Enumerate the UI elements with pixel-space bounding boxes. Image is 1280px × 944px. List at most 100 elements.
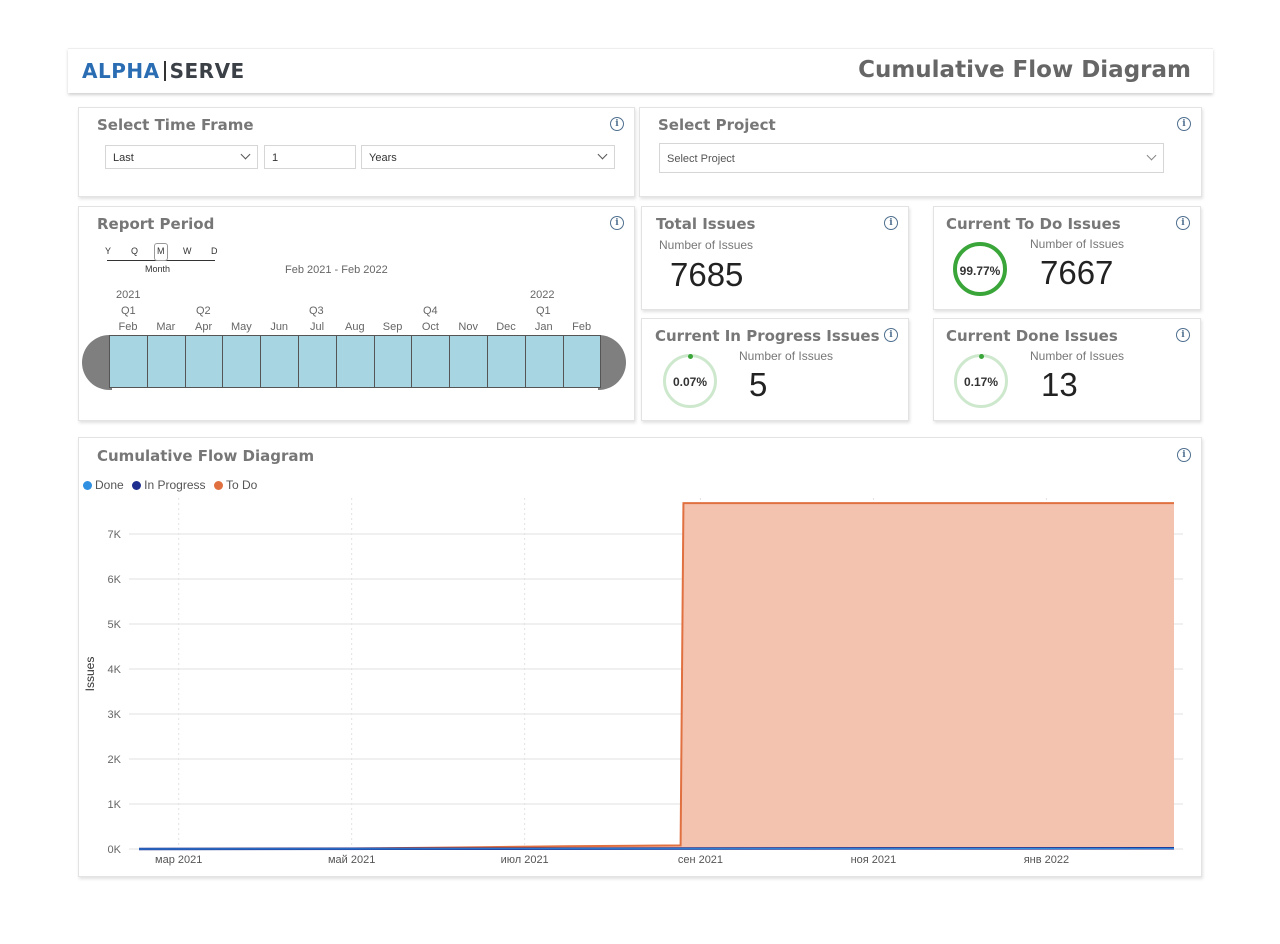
done-percent-label: 0.17% (963, 375, 999, 389)
done-issues-title: Current Done Issues (946, 327, 1118, 345)
project-dropdown[interactable]: Select Project (659, 143, 1164, 173)
page-title: Cumulative Flow Diagram (858, 57, 1191, 83)
timeline-month-cell[interactable] (222, 335, 262, 388)
timeline-month-cell[interactable] (373, 335, 413, 388)
report-range-label: Feb 2021 - Feb 2022 (285, 264, 388, 276)
month-label: Oct (421, 321, 439, 333)
in-progress-issues-title: Current In Progress Issues (655, 327, 880, 345)
y-tick-label: 7K (108, 529, 122, 541)
report-period-title: Report Period (97, 215, 215, 233)
info-icon[interactable]: i (1176, 216, 1190, 230)
logo-divider (163, 61, 166, 81)
time-frame-unit-dropdown[interactable]: Years (361, 145, 615, 169)
timeline-month-cell[interactable] (146, 335, 186, 388)
timeline-month-cell[interactable] (411, 335, 451, 388)
time-frame-count-value: 1 (272, 152, 279, 164)
todo-issues-value: 7667 (1040, 254, 1114, 291)
granularity-option-quarter[interactable]: Q (131, 246, 138, 256)
alphaserve-logo: ALPHA SERVE (82, 59, 245, 83)
month-label: Jun (270, 321, 289, 333)
total-issues-subtitle: Number of Issues (659, 238, 754, 252)
project-title: Select Project (658, 116, 776, 134)
info-icon[interactable]: i (884, 328, 898, 342)
chevron-down-icon (240, 149, 251, 160)
x-tick-label: сен 2021 (678, 854, 723, 866)
y-tick-label: 1K (108, 799, 122, 811)
time-frame-mode-value: Last (113, 152, 134, 164)
quarter-label: Q3 (309, 305, 324, 317)
total-issues-value: 7685 (670, 256, 744, 293)
time-frame-card: Select Time Frame i Last 1 Years (78, 107, 635, 197)
y-tick-label: 4K (108, 664, 122, 676)
ring-progress-dot (979, 354, 984, 359)
granularity-option-day[interactable]: D (211, 246, 218, 256)
info-icon[interactable]: i (884, 216, 898, 230)
timeline-right-handle[interactable] (598, 335, 626, 390)
granularity-slider[interactable]: Y Q M W D Month (105, 243, 218, 274)
in-progress-percent-label: 0.07% (672, 375, 708, 389)
timeline-month-cell[interactable] (487, 335, 526, 388)
month-label: Aug (345, 321, 365, 333)
y-tick-label: 5K (108, 619, 122, 631)
timeline-month-cell[interactable] (109, 335, 148, 388)
granularity-option-year[interactable]: Y (105, 246, 111, 256)
year-label-2021: 2021 (116, 289, 141, 301)
in-progress-issues-value: 5 (749, 366, 768, 403)
todo-percent-label: 99.77% (959, 264, 1001, 278)
logo-text-alpha: ALPHA (82, 59, 160, 83)
ring-progress-dot (688, 354, 693, 359)
y-tick-label: 0K (108, 844, 122, 856)
timeline-month-cell[interactable] (449, 335, 488, 388)
todo-issues-title: Current To Do Issues (946, 215, 1121, 233)
month-label: Apr (195, 321, 213, 333)
timeline-month-cell[interactable] (524, 335, 564, 388)
month-label: Sep (382, 321, 403, 333)
granularity-option-week[interactable]: W (183, 246, 192, 256)
done-issues-value: 13 (1041, 366, 1078, 403)
cfd-chart-svg: 0K 1K 2K 3K 4K 5K 6K 7K мар 2021 май 2021 июл 2021… (83, 498, 1183, 866)
header-bar: ALPHA SERVE Cumulative Flow Diagram (68, 48, 1213, 93)
in-progress-issues-card: Current In Progress Issues i 0.07% Numbe… (641, 318, 909, 421)
month-label: Feb (118, 321, 138, 333)
chevron-down-icon (1146, 150, 1157, 161)
month-label: Jan (534, 321, 553, 333)
time-frame-unit-value: Years (369, 152, 397, 164)
x-tick-label: июл 2021 (501, 854, 549, 866)
granularity-option-month[interactable]: M (157, 246, 165, 256)
timeline-left-handle[interactable] (82, 335, 112, 390)
month-label: Dec (496, 321, 516, 333)
in-progress-percent-ring: 0.07% (663, 354, 717, 408)
time-frame-title: Select Time Frame (97, 116, 254, 134)
timeline-month-cell[interactable] (335, 335, 375, 388)
todo-area (139, 503, 1174, 849)
y-tick-label: 3K (108, 709, 122, 721)
time-frame-count-input[interactable]: 1 (264, 145, 356, 169)
timeline-month-cell[interactable] (260, 335, 299, 388)
info-icon[interactable]: i (1177, 117, 1191, 131)
timeline-month-cell[interactable] (562, 335, 602, 388)
quarter-label: Q1 (121, 305, 136, 317)
granularity-selected-label: Month (145, 264, 171, 274)
info-icon[interactable]: i (610, 117, 624, 131)
cfd-chart-card: Cumulative Flow Diagram i Done In Progre… (78, 437, 1202, 877)
timeline-month-cell[interactable] (184, 335, 224, 388)
month-label: Mar (156, 321, 176, 333)
x-tick-label: ноя 2021 (851, 854, 897, 866)
todo-issues-card: Current To Do Issues i 99.77% Number of … (933, 206, 1201, 310)
info-icon[interactable]: i (610, 216, 624, 230)
quarter-label: Q2 (196, 305, 211, 317)
y-tick-label: 6K (108, 574, 122, 586)
timeline-month-cell[interactable] (298, 335, 337, 388)
done-issues-subtitle: Number of Issues (1030, 349, 1125, 363)
done-issues-card: Current Done Issues i 0.17% Number of Is… (933, 318, 1201, 421)
chevron-down-icon (597, 149, 608, 160)
total-issues-title: Total Issues (656, 215, 756, 233)
todo-issues-subtitle: Number of Issues (1030, 237, 1125, 251)
time-frame-mode-dropdown[interactable]: Last (105, 145, 258, 169)
done-series-line (138, 847, 1175, 850)
project-card: Select Project i Select Project (639, 107, 1202, 197)
info-icon[interactable]: i (1176, 328, 1190, 342)
project-placeholder: Select Project (667, 153, 735, 165)
month-label: May (231, 321, 252, 333)
report-period-card: Report Period i Y Q M W D Month Feb 2021… (78, 206, 635, 421)
